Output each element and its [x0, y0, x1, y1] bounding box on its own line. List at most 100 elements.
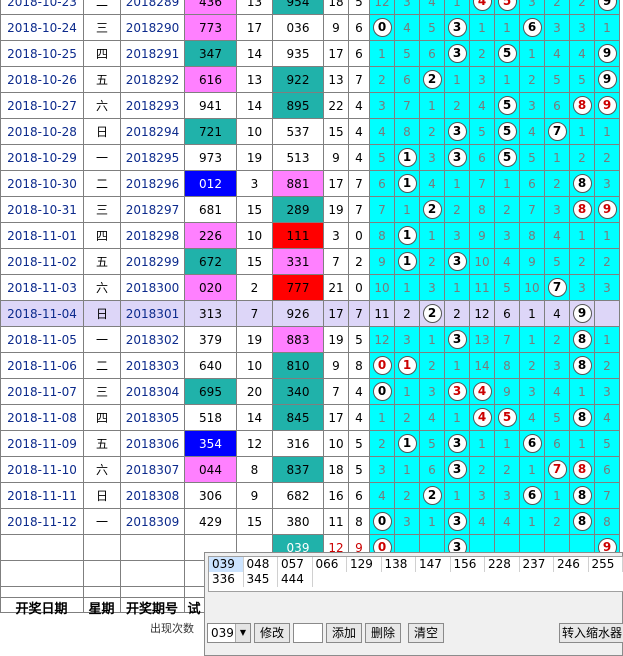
digit-cell: 5	[494, 40, 520, 67]
table-row[interactable]: 2018-11-11 日 2018308 306 9 682 16 6 4 2 2 1 3 3 6 1 8 7	[0, 482, 620, 509]
digit-cell: 1	[594, 222, 620, 249]
table-row[interactable]: 2018-11-02 五 2018299 672 15 331 7 2 9 1 2 3 10 4 9 5 2 2	[0, 248, 620, 275]
digit-cell: 4	[494, 248, 520, 275]
list-item[interactable]: 246	[554, 557, 589, 572]
table-row[interactable]: 2018-11-09 五 2018306 354 12 316 10 5 2 1 5 3 1 1 6 6 1 5	[0, 430, 620, 457]
weekday: 二	[83, 170, 121, 197]
list-item[interactable]: 039	[209, 557, 244, 572]
digit-cell: 2	[494, 456, 520, 483]
digit-cell: 2	[419, 482, 445, 509]
draw-date: 2018-10-29	[0, 144, 84, 171]
table-row[interactable]: 2018-11-06 二 2018303 640 10 810 9 8 0 1 2 1 14 8 2 3 8 2	[0, 352, 620, 379]
list-item[interactable]: 147	[416, 557, 451, 572]
table-row[interactable]: 2018-10-30 二 2018296 012 3 881 17 7 6 1 4 1 7 1 6 2 8 3	[0, 170, 620, 197]
table-row[interactable]: 2018-10-25 四 2018291 347 14 935 17 6 1 5 6 3 2 5 1 4 4 9	[0, 40, 620, 67]
table-row[interactable]: 2018-10-23 二 2018289 436 13 954 18 5 12 3 4 1 4 5 3 2 2 9	[0, 0, 620, 15]
digit-cell: 3	[419, 378, 445, 405]
list-item[interactable]: 336	[209, 572, 244, 587]
digit-cell	[594, 300, 620, 327]
digit-cell: 1	[394, 430, 420, 457]
delete-button[interactable]: 删除	[365, 623, 401, 643]
transfer-button[interactable]: 转入缩水器	[559, 623, 623, 643]
digit-cell: 3	[569, 14, 595, 41]
stat-b: 8	[348, 352, 370, 379]
period-number: 2018305	[120, 404, 185, 431]
list-item[interactable]: 156	[451, 557, 485, 572]
digit-cell: 3	[394, 508, 420, 535]
hit-ball: 4	[472, 408, 492, 427]
digit-cell: 1	[444, 170, 470, 197]
draw-date: 2018-10-28	[0, 118, 84, 145]
list-item[interactable]: 237	[520, 557, 554, 572]
digit-cell: 7	[594, 482, 620, 509]
table-row[interactable]: 2018-11-10 六 2018307 044 8 837 18 5 3 1 6 3 2 2 1 7 8 6	[0, 456, 620, 483]
add-button[interactable]: 添加	[326, 623, 362, 643]
hit-ball: 3	[447, 148, 467, 167]
table-row[interactable]: 2018-10-24 三 2018290 773 17 036 9 6 0 4 5 3 1 1 6 3 3 1	[0, 14, 620, 41]
digit-cell: 11	[369, 300, 395, 327]
hit-ball: 7	[547, 278, 567, 297]
combo-select[interactable]: 039 ▼	[207, 623, 251, 643]
weekday: 一	[83, 144, 121, 171]
table-row[interactable]: 2018-10-26 五 2018292 616 13 922 13 7 2 6 2 1 3 1 2 5 5 9	[0, 66, 620, 93]
test-number: 616	[184, 66, 237, 93]
digit-cell: 10	[369, 274, 395, 301]
test-number: 012	[184, 170, 237, 197]
digit-cell: 1	[544, 144, 570, 171]
table-row[interactable]: 2018-11-08 四 2018305 518 14 845 17 4 1 2 4 1 4 5 4 5 8 4	[0, 404, 620, 431]
period-number: 2018295	[120, 144, 185, 171]
modify-button[interactable]: 修改	[254, 623, 290, 643]
table-row[interactable]: 2018-10-28 日 2018294 721 10 537 15 4 4 8 2 3 5 5 4 7 1 1	[0, 118, 620, 145]
sum-value: 14	[236, 92, 273, 119]
digit-cell: 6	[544, 92, 570, 119]
digit-cell: 9	[594, 40, 620, 67]
draw-date: 2018-11-08	[0, 404, 84, 431]
digit-cell: 9	[569, 300, 595, 327]
list-item[interactable]: 255	[589, 557, 623, 572]
table-row[interactable]: 2018-11-01 四 2018298 226 10 111 3 0 8 1 1 3 9 3 8 4 1 1	[0, 222, 620, 249]
list-item[interactable]: 228	[485, 557, 520, 572]
stat-a: 13	[323, 66, 349, 93]
draw-number: 922	[272, 66, 324, 93]
hit-ball: 5	[497, 408, 517, 427]
hit-ball: 8	[572, 512, 592, 531]
table-row[interactable]: 2018-11-04 日 2018301 313 7 926 17 7 11 2 2 2 12 6 1 4 9	[0, 300, 620, 327]
digit-cell: 6	[519, 170, 545, 197]
stat-a: 7	[323, 248, 349, 275]
list-item[interactable]: 129	[347, 557, 382, 572]
digit-cell: 2	[419, 248, 445, 275]
table-row[interactable]: 2018-10-29 一 2018295 973 19 513 9 4 5 1 3 3 6 5 5 1 2 2	[0, 144, 620, 171]
list-item[interactable]: 138	[382, 557, 416, 572]
table-row[interactable]: 2018-10-27 六 2018293 941 14 895 22 4 3 7 1 2 4 5 3 6 8 9	[0, 92, 620, 119]
list-item[interactable]: 345	[244, 572, 278, 587]
digit-cell: 1	[494, 170, 520, 197]
chevron-down-icon[interactable]: ▼	[235, 624, 250, 642]
value-input[interactable]	[293, 623, 323, 643]
list-item[interactable]: 057	[278, 557, 313, 572]
digit-cell: 1	[569, 118, 595, 145]
table-row[interactable]: 2018-10-31 三 2018297 681 15 289 19 7 7 1 2 2 8 2 7 3 8 9	[0, 196, 620, 223]
stat-a: 15	[323, 118, 349, 145]
table-row[interactable]: 2018-11-03 六 2018300 020 2 777 21 0 10 1 3 1 11 5 10 7 3…	[0, 274, 620, 301]
table-row[interactable]: 2018-11-07 三 2018304 695 20 340 7 4 0 1 3 3 4 9 3 4 1 3	[0, 378, 620, 405]
period-number: 2018293	[120, 92, 185, 119]
digit-cell: 1	[469, 14, 495, 41]
digit-cell: 7	[394, 92, 420, 119]
digit-cell: 4	[544, 40, 570, 67]
digit-cell: 3	[544, 196, 570, 223]
test-number: 518	[184, 404, 237, 431]
list-item[interactable]: 066	[313, 557, 347, 572]
header-test: 试	[187, 602, 201, 617]
draw-date: 2018-11-09	[0, 430, 84, 457]
number-list[interactable]: 039 048 057 066 129 138 147 156 228 237 246 255 336 3…	[208, 556, 623, 592]
hit-ball: 5	[497, 0, 517, 11]
table-row[interactable]: 2018-11-05 一 2018302 379 19 883 19 5 12 3 1 3 13 7 1 2 8…	[0, 326, 620, 353]
table-row[interactable]: 2018-11-12 一 2018309 429 15 380 11 8 0 3 1 3 4 4 1 2 8 8	[0, 508, 620, 535]
digit-cell: 3	[444, 248, 470, 275]
digit-cell: 1	[394, 274, 420, 301]
digit-cell: 3	[444, 222, 470, 249]
list-item[interactable]: 048	[244, 557, 278, 572]
test-number: 436	[184, 0, 237, 15]
list-item[interactable]: 444	[278, 572, 313, 587]
clear-button[interactable]: 清空	[408, 623, 444, 643]
